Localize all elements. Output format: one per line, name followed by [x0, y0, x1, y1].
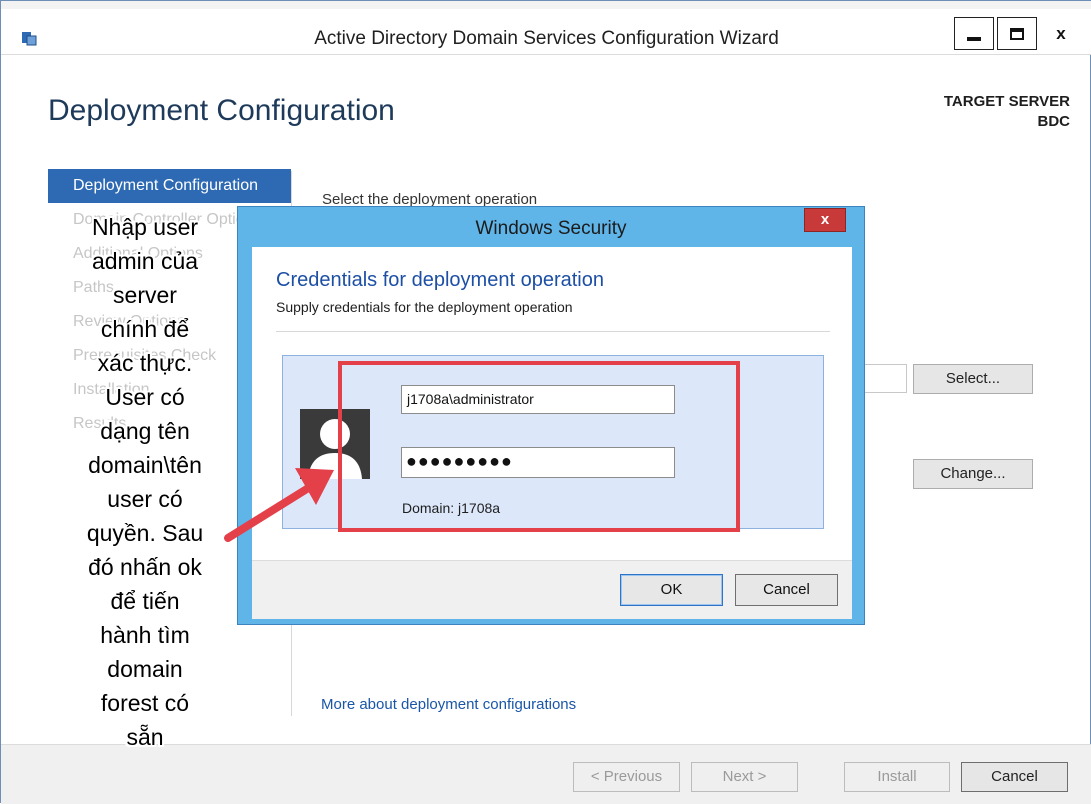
window-title: Active Directory Domain Services Configu…: [314, 28, 779, 49]
minimize-icon: [967, 36, 981, 41]
close-button[interactable]: x: [1041, 17, 1081, 50]
target-server-label: TARGET SERVER: [943, 93, 1070, 110]
dialog-separator: [276, 331, 830, 332]
select-button[interactable]: Select...: [913, 364, 1033, 394]
dialog-subheading: Supply credentials for the deployment op…: [276, 299, 573, 315]
nav-item-deployment-configuration[interactable]: Deployment Configuration: [48, 169, 291, 203]
minimize-button[interactable]: [954, 17, 994, 50]
close-icon: x: [820, 211, 830, 228]
dialog-close-button[interactable]: x: [804, 208, 846, 232]
change-button[interactable]: Change...: [913, 459, 1033, 489]
title-bar: Active Directory Domain Services Configu…: [1, 9, 1091, 55]
highlight-box: [338, 361, 740, 532]
cancel-button[interactable]: Cancel: [961, 762, 1068, 792]
next-button[interactable]: Next >: [691, 762, 798, 792]
page-title: Deployment Configuration: [48, 94, 395, 127]
ok-button[interactable]: OK: [620, 574, 723, 606]
target-server-name: BDC: [1037, 113, 1071, 130]
dialog-title: Windows Security: [475, 218, 627, 239]
top-strip: [1, 1, 1091, 9]
install-button[interactable]: Install: [844, 762, 950, 792]
target-server: TARGET SERVER BDC: [944, 92, 1070, 132]
dialog-heading: Credentials for deployment operation: [276, 269, 604, 291]
previous-button[interactable]: < Previous: [573, 762, 680, 792]
maximize-icon: [1010, 27, 1024, 40]
annotation-text: Nhập user admin của server chính để xác …: [86, 214, 204, 750]
close-icon: x: [1056, 23, 1066, 43]
dialog-cancel-button[interactable]: Cancel: [735, 574, 838, 606]
dialog-footer: OK Cancel: [252, 560, 852, 619]
more-about-link[interactable]: More about deployment configurations: [321, 696, 576, 713]
maximize-button[interactable]: [997, 17, 1037, 50]
